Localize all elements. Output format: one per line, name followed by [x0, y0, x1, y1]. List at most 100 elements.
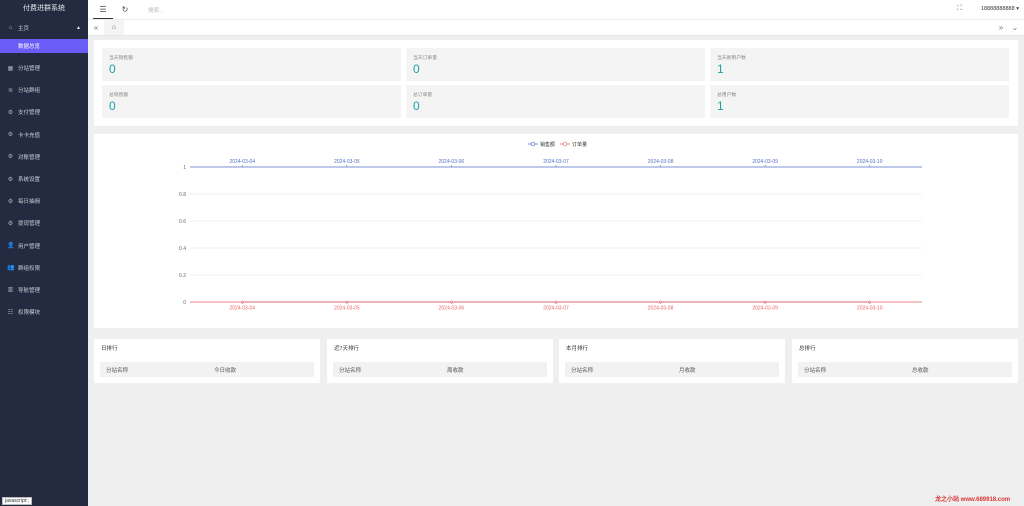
grid-icon: ▦ [7, 65, 14, 72]
stat-label: 当天订单量 [413, 56, 437, 61]
sidebar-item-label: 群组权限 [18, 265, 41, 272]
x-tick-label: 2024-03-10 [857, 306, 883, 312]
ranking-header: 分站名称 周收款 [333, 362, 547, 377]
data-point [659, 300, 662, 304]
ranking-card-week: 近7天排行 分站名称 周收款 [327, 339, 553, 383]
sidebar-nav: ▦ 分站管理 ≋ 分站群组 ⚙ 支付管理 ⚙ 卡卡充值 ⚙ 对账管理 ⚙ 系统设置 ⚙ 每日抽佣 ⚙ 提现管理… [0, 57, 88, 323]
y-tick-label: 0.2 [179, 273, 186, 279]
stat-card: 当天新用户数 1 [710, 48, 1009, 81]
stat-value: 1 [717, 62, 724, 76]
chevron-down-icon: ▾ [1016, 6, 1019, 12]
refresh-icon[interactable]: ↻ [115, 0, 135, 19]
tabs-menu-icon[interactable]: ⌄ [1008, 20, 1022, 36]
ranking-card-day: 日排行 分站名称 今日收款 [94, 339, 320, 383]
data-point [345, 300, 349, 304]
x-tick-label: 2024-03-05 [334, 306, 360, 312]
x-tick-label: 2024-03-04 [229, 159, 255, 165]
y-tick-label: 0.4 [179, 246, 186, 252]
stat-value: 0 [413, 62, 420, 76]
stat-value: 0 [109, 62, 116, 76]
sidebar-item-label: 支付管理 [18, 110, 41, 117]
sidebar-item[interactable]: ⚙ 对账管理 [0, 146, 88, 168]
column-header: 分站名称 [339, 368, 362, 374]
sidebar-item-label: 提现管理 [18, 221, 41, 228]
user-menu[interactable]: 18888888888 ▾ [981, 6, 1019, 12]
y-tick-label: 1 [183, 165, 186, 171]
x-tick-label: 2024-03-09 [752, 159, 778, 165]
x-tick-label: 2024-03-07 [543, 159, 569, 165]
sliders-icon: ≋ [7, 87, 14, 94]
sidebar-item[interactable]: ≋ 分站群组 [0, 79, 88, 101]
sidebar-item[interactable]: ▥ 导航管理 [0, 279, 88, 301]
column-header: 今日收款 [214, 368, 237, 374]
users-icon: 👥 [7, 265, 15, 272]
x-tick-label: 2024-03-08 [648, 306, 674, 312]
sidebar-item-label: 分站管理 [18, 66, 41, 73]
data-point [240, 300, 244, 304]
list-icon: ☷ [7, 309, 14, 316]
sidebar-item-label: 导航管理 [18, 287, 41, 294]
stat-card: 总销售额 0 [102, 85, 401, 118]
tab-home[interactable]: ⌂ [104, 20, 124, 35]
tabs-next-icon[interactable]: » [994, 20, 1008, 36]
x-tick-label: 2024-03-05 [334, 159, 360, 165]
menu-toggle-icon[interactable]: ☰ [93, 0, 113, 19]
x-tick-label: 2024-03-09 [752, 306, 778, 312]
gear-icon: ⚙ [7, 109, 14, 116]
y-tick-label: 0 [183, 300, 186, 306]
stat-label: 当天新用户数 [717, 56, 746, 61]
sidebar-item[interactable]: ⚙ 卡卡充值 [0, 124, 88, 146]
sidebar-item-label: 权限模块 [18, 310, 41, 317]
tabs-prev-icon[interactable]: « [89, 20, 103, 36]
x-tick-label: 2024-03-10 [857, 159, 883, 165]
column-header: 分站名称 [571, 368, 594, 374]
sidebar: 付费进群系统 ⌂ 主页 ▲ 数据总览 ▦ 分站管理 ≋ 分站群组 ⚙ 支付管理 ⚙ 卡卡充值 ⚙… [0, 0, 88, 506]
sidebar-item-label: 卡卡充值 [18, 132, 41, 139]
sidebar-item-label: 用户管理 [18, 243, 41, 250]
stat-label: 总销售额 [109, 93, 129, 98]
gear-icon: ⚙ [7, 198, 14, 205]
sidebar-item-home[interactable]: ⌂ 主页 ▲ [0, 17, 88, 39]
ranking-title: 近7天排行 [334, 346, 360, 352]
sidebar-item-dashboard[interactable]: 数据总览 [0, 39, 88, 53]
search-input[interactable]: 搜索... [148, 6, 164, 14]
stats-panel: 当天销售额 0 当天订单量 0 当天新用户数 1 总销售额 0 总订单量 0 总… [94, 40, 1018, 126]
sidebar-item[interactable]: ⚙ 支付管理 [0, 101, 88, 123]
stat-label: 总用户数 [717, 93, 737, 98]
stat-label: 总订单量 [413, 93, 433, 98]
sidebar-item[interactable]: ☷ 权限模块 [0, 301, 88, 323]
sidebar-item[interactable]: ⚙ 每日抽佣 [0, 190, 88, 212]
status-tooltip: javascript:; [2, 497, 32, 505]
sidebar-item-label: 每日抽佣 [18, 199, 41, 206]
topbar: ☰ ↻ 搜索... ⛶ 18888888888 ▾ [88, 0, 1024, 20]
ranking-header: 分站名称 今日收款 [100, 362, 314, 377]
ranking-header: 分站名称 总收款 [798, 362, 1012, 377]
y-tick-label: 0.8 [179, 192, 186, 198]
data-point [763, 300, 767, 304]
username: 18888888888 [981, 6, 1015, 12]
sidebar-item[interactable]: 👤 用户管理 [0, 235, 88, 257]
gear-icon: ⚙ [7, 132, 14, 139]
x-tick-label: 2024-03-06 [439, 159, 465, 165]
ranking-title: 本月排行 [566, 346, 589, 352]
fullscreen-icon[interactable]: ⛶ [957, 5, 962, 13]
sidebar-item-label: 主页 [18, 26, 30, 32]
sidebar-item[interactable]: 👥 群组权限 [0, 257, 88, 279]
x-tick-label: 2024-03-08 [648, 159, 674, 165]
gear-icon: ⚙ [7, 176, 14, 183]
stat-value: 0 [109, 99, 116, 113]
sidebar-item[interactable]: ▦ 分站管理 [0, 57, 88, 79]
data-point [450, 300, 453, 304]
x-tick-label: 2024-03-04 [229, 306, 255, 312]
gear-icon: ⚙ [7, 220, 14, 227]
sidebar-item[interactable]: ⚙ 系统设置 [0, 168, 88, 190]
legend-marker [562, 141, 568, 147]
ranking-card-month: 本月排行 分站名称 月收款 [559, 339, 785, 383]
legend-label: 订单量 [572, 141, 587, 148]
chart-icon: ▥ [7, 287, 14, 294]
sidebar-item[interactable]: ⚙ 提现管理 [0, 212, 88, 234]
home-icon: ⌂ [8, 25, 13, 31]
watermark: 龙之小站 www.689918.com [935, 497, 1011, 503]
y-tick-label: 0.6 [179, 219, 186, 225]
data-point [554, 300, 558, 304]
